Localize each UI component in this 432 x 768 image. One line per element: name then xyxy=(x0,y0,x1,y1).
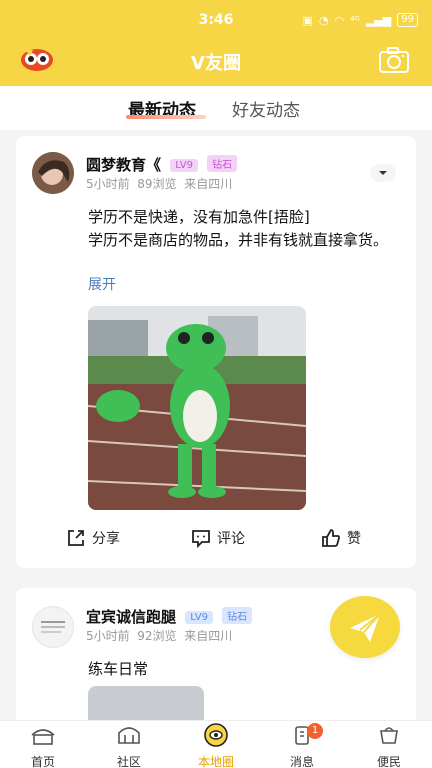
share-button[interactable]: 分享 xyxy=(66,528,120,548)
post-views: 89浏览 xyxy=(137,177,177,191)
local-circle-icon xyxy=(204,723,228,747)
post-meta: 5小时前 92浏览 来自四川 xyxy=(86,627,232,644)
post-content: 学历不是快递，没有加急件[捂脸] 学历不是商店的物品，并非有钱就直接拿货。 xyxy=(88,206,404,252)
username-text[interactable]: 圆梦教育《 xyxy=(86,156,161,174)
avatar[interactable] xyxy=(32,606,74,648)
comment-label: 评论 xyxy=(217,531,245,547)
camera-icon[interactable] xyxy=(378,46,410,74)
level-badge: LV9 xyxy=(185,611,213,624)
level-badge: LV9 xyxy=(170,159,198,172)
post-source: 来自四川 xyxy=(184,629,233,643)
chevron-down-icon xyxy=(379,171,387,175)
comment-icon xyxy=(192,530,210,548)
page-title: V友圈 xyxy=(191,53,241,74)
app-header: 3:46 ▣ ◔ ◠ ⁴ᴳ ▂▄▆ 99 V友圈 xyxy=(0,0,432,86)
nav-local-circle[interactable]: 本地圈 xyxy=(173,723,259,768)
thumbs-up-icon xyxy=(322,529,340,547)
signal-bars-icon: ▂▄▆ xyxy=(365,13,392,27)
home-icon xyxy=(31,729,55,745)
tab-active-indicator xyxy=(126,115,206,119)
share-label: 分享 xyxy=(92,531,120,547)
share-icon xyxy=(68,530,84,546)
nfc-icon: ▣ xyxy=(302,13,313,27)
like-button[interactable]: 赞 xyxy=(321,528,361,548)
tier-badge: 钻石 xyxy=(222,607,253,624)
post-source: 来自四川 xyxy=(184,177,233,191)
post-image-frog-costume xyxy=(88,306,306,510)
nav-community-label: 社区 xyxy=(116,755,141,768)
community-icon xyxy=(118,727,140,744)
avatar[interactable] xyxy=(32,152,74,194)
post-image[interactable] xyxy=(88,306,306,510)
comment-button[interactable]: 评论 xyxy=(191,528,245,548)
username-text[interactable]: 宜宾诚信跑腿 xyxy=(86,608,176,626)
post-meta: 5小时前 89浏览 来自四川 xyxy=(86,175,232,192)
post-username[interactable]: 圆梦教育《 LV9 钻石 xyxy=(86,154,238,175)
nav-messages[interactable]: 1 消息 xyxy=(259,723,345,768)
post-views: 92浏览 xyxy=(137,629,177,643)
nav-home-label: 首页 xyxy=(30,755,55,768)
nav-services[interactable]: 便民 xyxy=(346,723,432,768)
tier-badge: 钻石 xyxy=(207,155,238,172)
service-icon xyxy=(380,727,398,744)
post-more-button[interactable] xyxy=(370,164,396,182)
nav-home[interactable]: 首页 xyxy=(0,723,86,768)
bottom-nav: 首页 社区 本地圈 1 消息 便民 xyxy=(0,720,432,768)
post-actions: 分享 评论 赞 xyxy=(16,528,416,552)
post-text-line: 学历不是快递，没有加急件[捂脸] xyxy=(88,208,310,226)
post-text-line: 学历不是商店的物品，并非有钱就直接拿货。 xyxy=(88,231,389,249)
nav-local-circle-label: 本地圈 xyxy=(197,755,234,768)
post-time: 5小时前 xyxy=(86,177,130,191)
status-bar: 3:46 ▣ ◔ ◠ ⁴ᴳ ▂▄▆ 99 xyxy=(0,0,432,38)
avatar-image xyxy=(32,152,74,194)
expand-link[interactable]: 展开 xyxy=(88,274,116,294)
post-card: 圆梦教育《 LV9 钻石 5小时前 89浏览 来自四川 学历不是快递，没有加急件… xyxy=(16,136,416,568)
paper-plane-icon xyxy=(350,613,381,642)
message-count-badge: 1 xyxy=(307,723,323,739)
battery-icon: 99 xyxy=(397,13,418,27)
post-username[interactable]: 宜宾诚信跑腿 LV9 钻石 xyxy=(86,606,253,627)
like-label: 赞 xyxy=(347,531,361,547)
post-time: 5小时前 xyxy=(86,629,130,643)
nav-community[interactable]: 社区 xyxy=(86,723,172,768)
nav-services-label: 便民 xyxy=(376,755,401,768)
feed-tabs: 最新动态 好友动态 xyxy=(0,86,432,130)
publish-button[interactable] xyxy=(330,596,400,658)
status-icons: ▣ ◔ ◠ ⁴ᴳ ▂▄▆ 99 xyxy=(302,13,418,27)
mute-icon: ◔ xyxy=(318,13,329,27)
tab-friends[interactable]: 好友动态 xyxy=(232,96,300,121)
wifi-icon: ◠ xyxy=(334,13,345,27)
signal-icon: ⁴ᴳ xyxy=(350,13,360,27)
nav-messages-label: 消息 xyxy=(289,755,314,768)
avatar-text-logo xyxy=(41,621,65,633)
post-content: 练车日常 xyxy=(88,660,149,678)
